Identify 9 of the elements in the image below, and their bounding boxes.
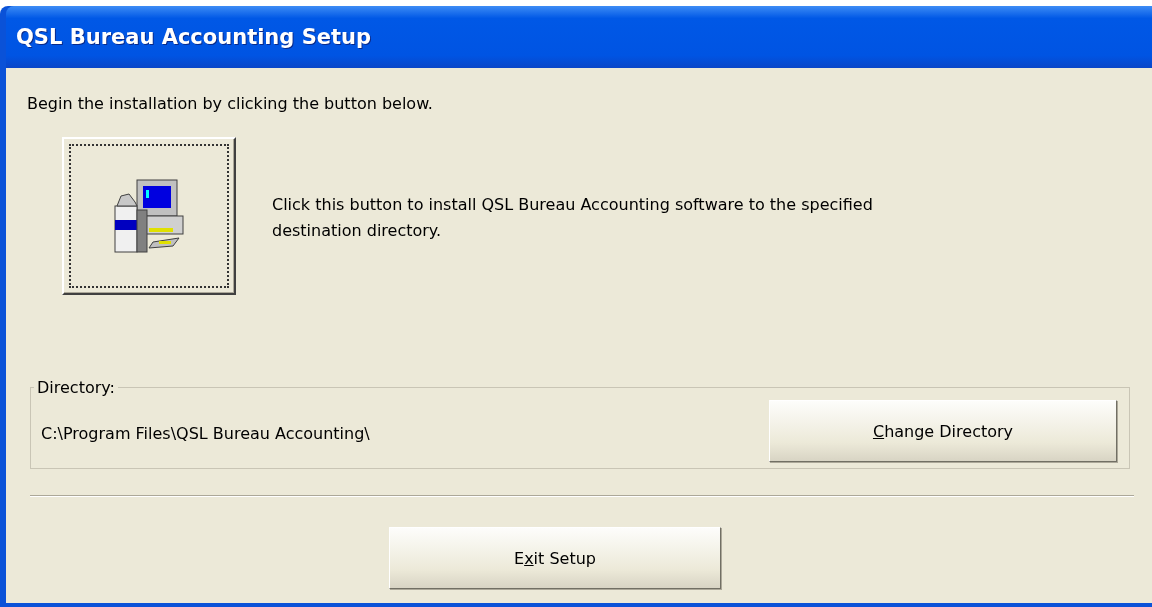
directory-path: C:\Program Files\QSL Bureau Accounting\ (41, 423, 370, 443)
install-description: Click this button to install QSL Bureau Accounting software to the specified destination directory. (272, 194, 874, 242)
exit-setup-button[interactable]: Exit Setup (389, 527, 721, 589)
computer-setup-icon (113, 176, 185, 256)
instruction-text: Begin the installation by clicking the button below. (27, 94, 434, 113)
window-title: QSL Bureau Accounting Setup (16, 25, 372, 49)
change-directory-button[interactable]: Change Directory (769, 400, 1117, 462)
group-legend: Directory: (34, 378, 118, 397)
install-button[interactable] (62, 137, 236, 295)
